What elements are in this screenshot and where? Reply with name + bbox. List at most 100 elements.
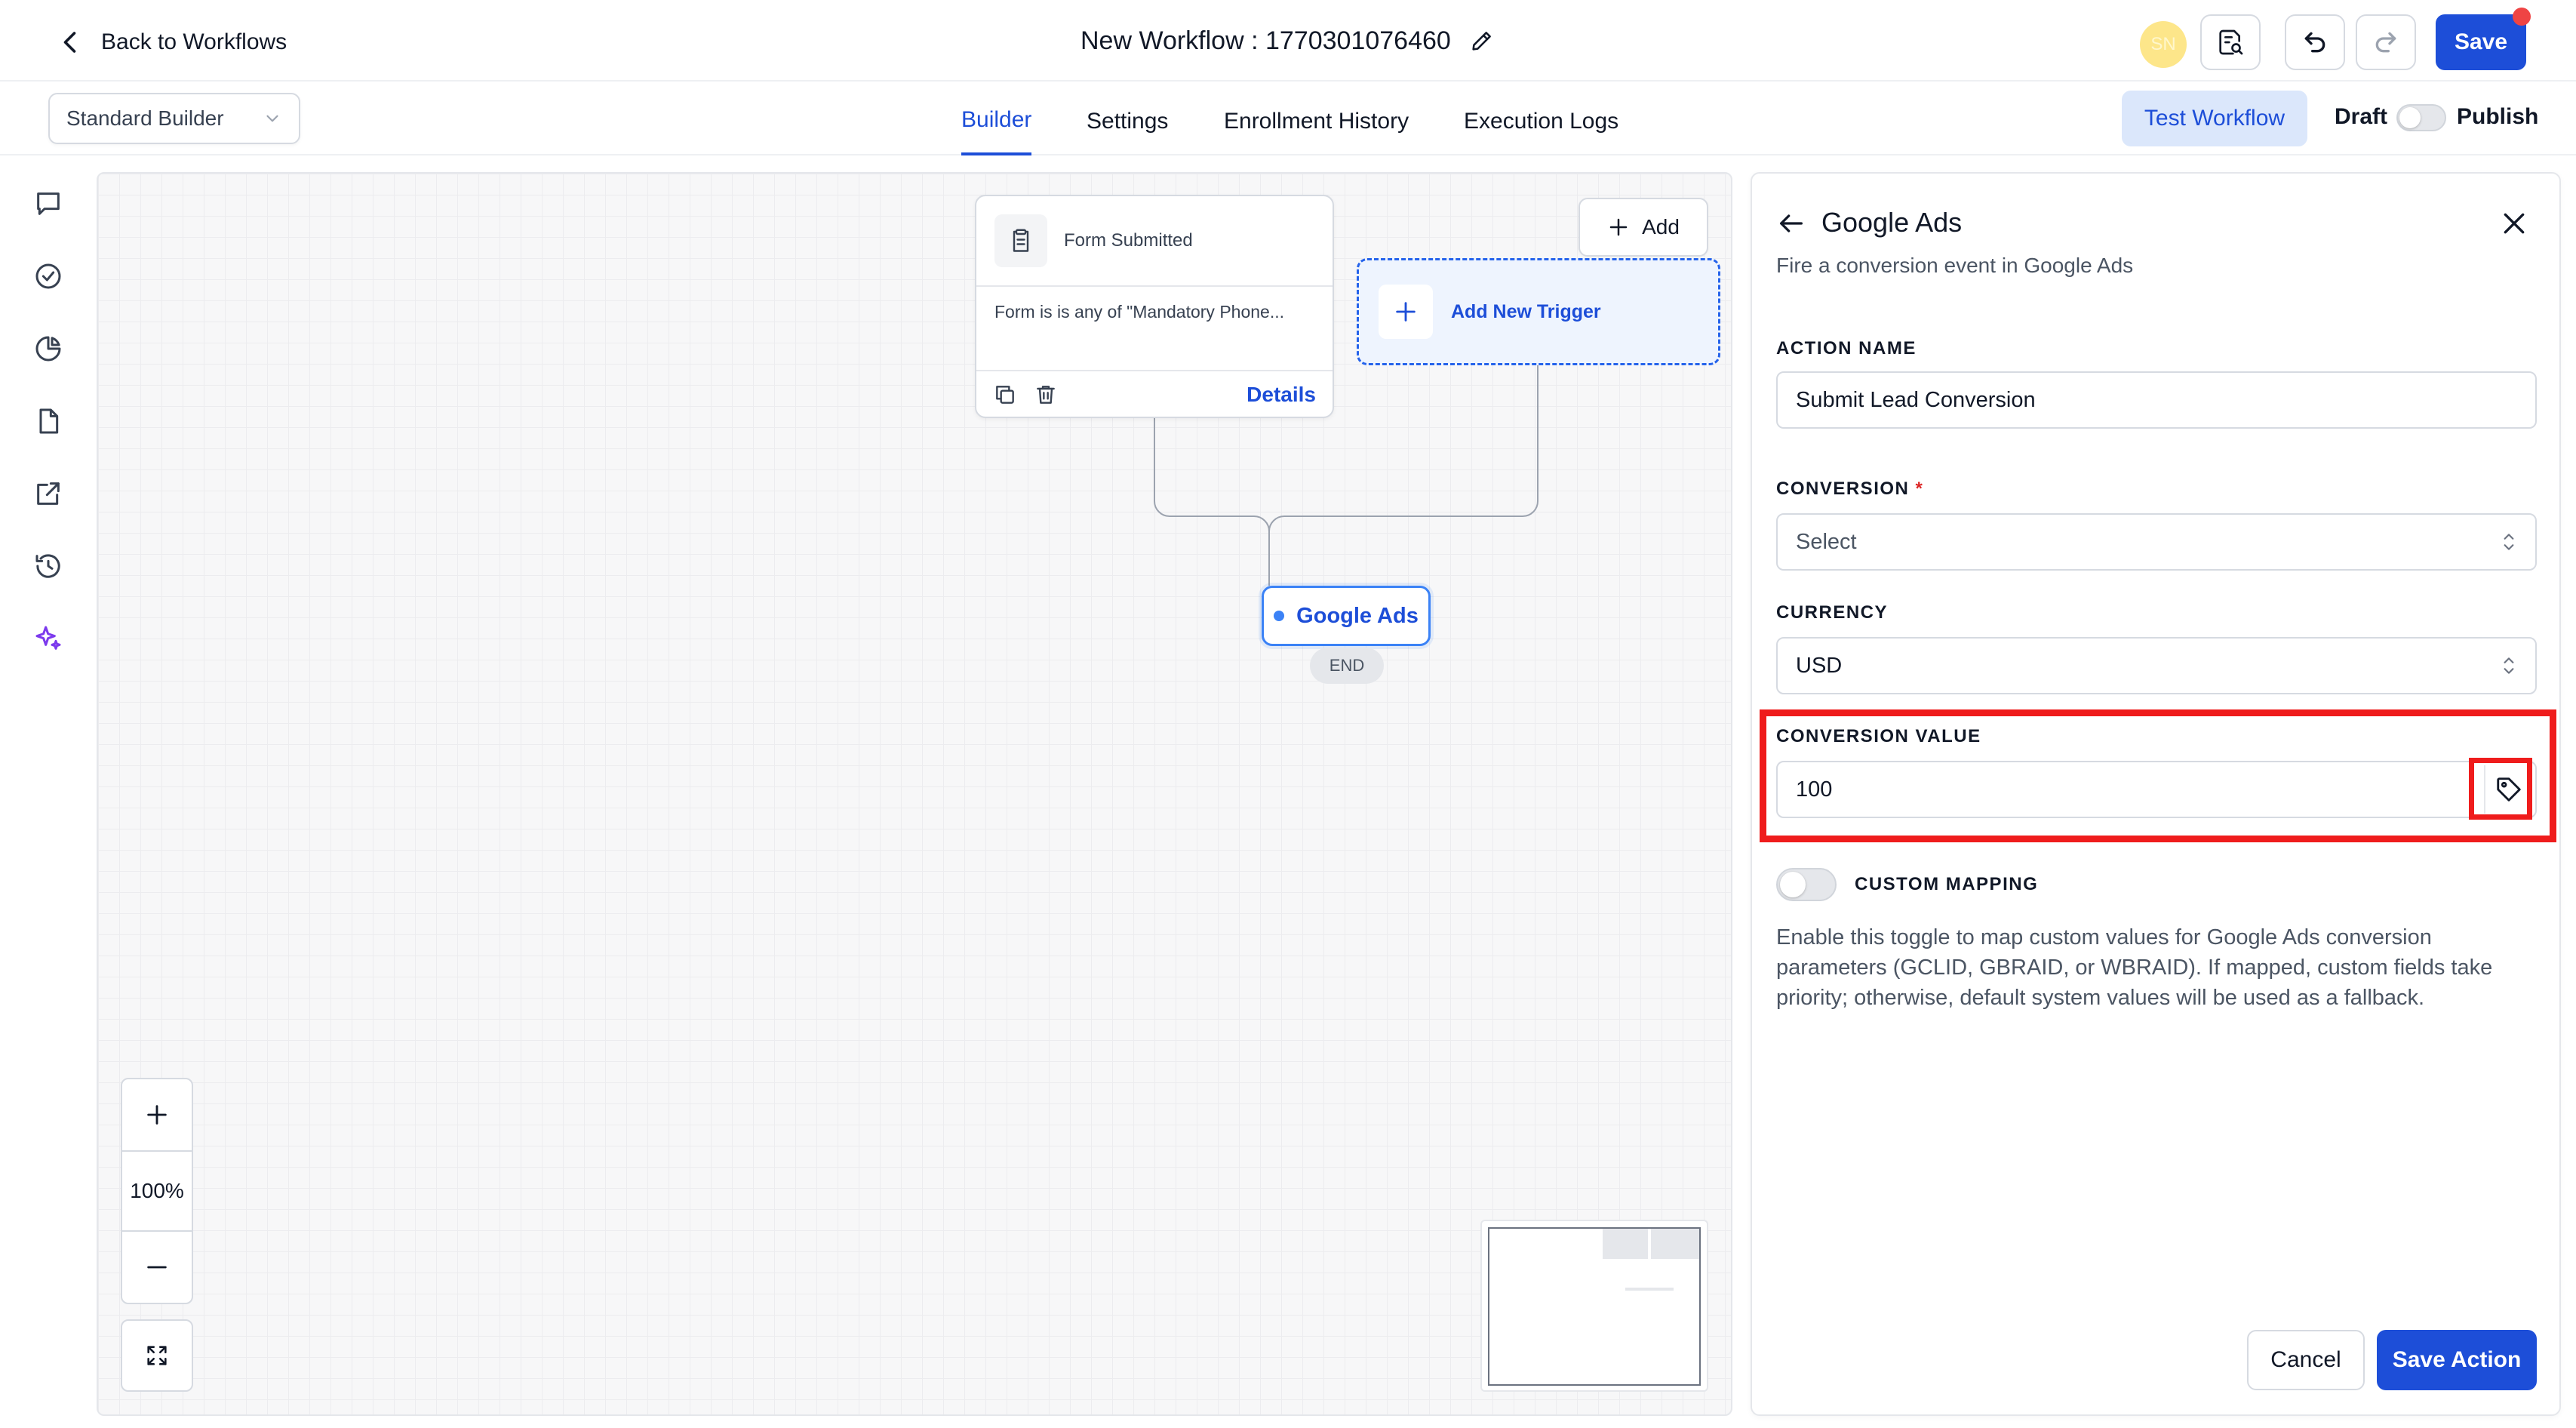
plus-icon [147,1105,167,1125]
minimap-viewport [1488,1227,1701,1386]
conversion-label: CONVERSION * [1776,479,1923,500]
builder-select-value: Standard Builder [66,106,224,130]
user-avatar[interactable]: SN [2140,21,2187,68]
workflow-notes-button[interactable] [2200,14,2261,70]
add-new-trigger-card[interactable]: Add New Trigger [1357,258,1720,365]
trigger-details-link[interactable]: Details [1247,383,1316,407]
action-name-value: Submit Lead Conversion [1796,387,2036,412]
rail-ai-assistant[interactable] [30,620,66,657]
tab-execution-logs[interactable]: Execution Logs [1464,88,1618,155]
save-action-label: Save Action [2392,1347,2522,1372]
google-ads-action-node[interactable]: Google Ads [1262,586,1431,646]
tab-builder[interactable]: Builder [961,88,1032,155]
tab-label: Enrollment History [1224,109,1409,134]
test-workflow-label: Test Workflow [2144,106,2286,131]
pie-chart-icon [35,336,61,362]
arrow-left-icon[interactable] [1776,208,1806,239]
rail-validate[interactable] [30,258,66,294]
rail-documents[interactable] [30,403,66,439]
trigger-card[interactable]: Form Submitted Form is is any of "Mandat… [975,195,1334,418]
highlight-box-conversion-value [1760,709,2556,842]
node-status-dot [1274,611,1285,621]
panel-subtitle: Fire a conversion event in Google Ads [1776,254,2134,277]
end-label: END [1329,656,1365,675]
trash-icon[interactable] [1034,383,1058,407]
chevron-updown-icon [2504,657,2514,674]
panel-title: Google Ads [1821,207,1963,238]
test-workflow-button[interactable]: Test Workflow [2122,91,2307,146]
save-button[interactable]: Save [2436,14,2526,70]
trigger-card-footer: Details [976,370,1333,418]
conversion-select[interactable]: Select [1776,513,2537,571]
toggle-knob [2399,107,2421,128]
save-label: Save [2454,29,2508,54]
trigger-card-header: Form Submitted [976,196,1333,287]
external-link-icon [37,482,60,505]
redo-icon [2375,32,2396,53]
new-trigger-plus-box [1379,285,1433,339]
tab-label: Execution Logs [1464,109,1619,134]
undo-button[interactable] [2285,14,2345,70]
redo-button[interactable] [2356,14,2416,70]
cancel-button[interactable]: Cancel [2247,1330,2365,1390]
add-new-trigger-label: Add New Trigger [1451,300,1601,322]
zoom-controls: 100% [121,1078,193,1392]
required-mark: * [1915,479,1924,499]
tab-settings[interactable]: Settings [1087,88,1168,155]
conversion-placeholder: Select [1796,529,1857,554]
trigger-title: Form Submitted [1064,230,1193,251]
conversion-label-text: CONVERSION [1776,479,1910,499]
add-label: Add [1642,215,1680,239]
tab-enrollment-history[interactable]: Enrollment History [1224,88,1409,155]
publish-toggle[interactable] [2396,104,2446,131]
currency-label: CURRENCY [1776,602,1889,623]
custom-mapping-toggle[interactable] [1776,868,1837,901]
minus-icon [147,1266,167,1269]
publish-label: Publish [2457,104,2539,129]
action-name-label: ACTION NAME [1776,338,1917,359]
back-to-workflows-button[interactable]: Back to Workflows [57,23,287,62]
zoom-level-text: 100% [130,1179,184,1202]
check-circle-icon [35,263,61,289]
pencil-icon[interactable] [1469,28,1495,54]
chat-icon [37,192,60,215]
history-icon [35,554,60,578]
draft-label: Draft [2335,104,2388,129]
plus-icon [1609,218,1628,236]
action-node-label: Google Ads [1296,603,1419,628]
sparkles-icon [35,626,61,650]
minimap-node [1651,1229,1699,1259]
tab-label: Builder [961,107,1032,132]
currency-select[interactable]: USD [1776,637,2537,694]
copy-icon[interactable] [993,383,1017,407]
back-label: Back to Workflows [101,29,287,54]
zoom-in-button[interactable] [121,1078,193,1152]
file-icon [39,408,59,434]
builder-type-select[interactable]: Standard Builder [48,93,300,144]
custom-mapping-help-text: Enable this toggle to map custom values … [1776,925,2493,1010]
rail-analytics[interactable] [30,331,66,367]
rail-comments[interactable] [30,186,66,222]
add-button[interactable]: Add [1578,198,1708,257]
currency-value: USD [1796,653,1843,678]
action-name-input[interactable]: Submit Lead Conversion [1776,371,2537,429]
fit-view-button[interactable] [121,1319,193,1392]
canvas-minimap[interactable] [1480,1220,1708,1392]
end-pill: END [1310,648,1384,684]
tab-label: Settings [1087,109,1169,134]
minimap-node [1603,1229,1648,1259]
clipboard-icon [1013,229,1029,252]
zoom-out-button[interactable] [121,1230,193,1304]
cancel-label: Cancel [2270,1347,2341,1372]
highlight-box-tag-button [2469,758,2532,820]
expand-icon [147,1346,167,1365]
trigger-description: Form is is any of "Mandatory Phone... [994,302,1284,322]
plus-icon [1396,302,1416,322]
rail-history[interactable] [30,548,66,584]
chevron-updown-icon [2504,534,2514,550]
save-action-button[interactable]: Save Action [2377,1330,2537,1390]
undo-icon [2304,32,2325,53]
rail-share[interactable] [30,475,66,512]
close-icon[interactable] [2499,208,2529,239]
chevron-down-icon [266,115,278,122]
